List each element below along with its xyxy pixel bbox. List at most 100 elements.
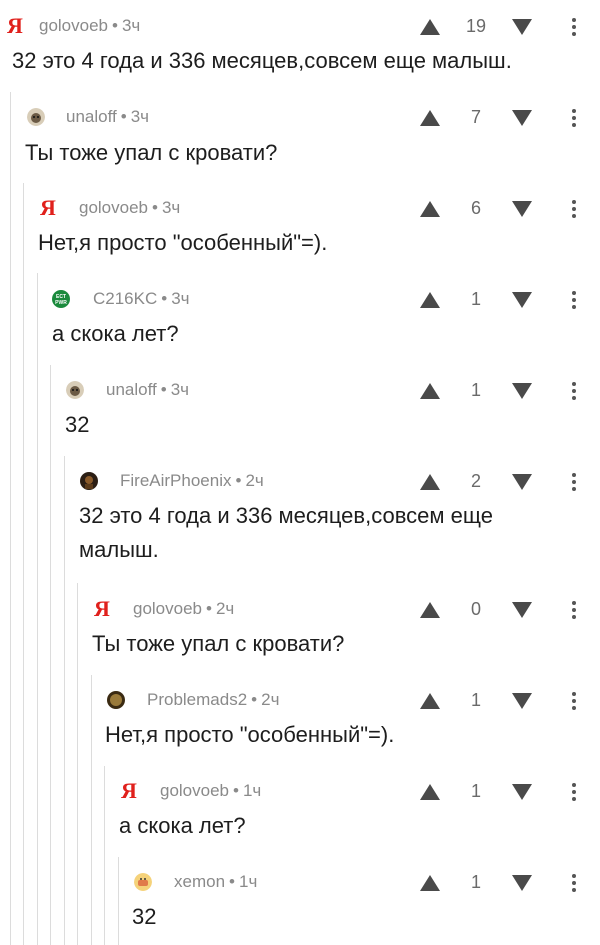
timestamp[interactable]: 2ч	[245, 471, 263, 490]
ect-pwr-avatar-icon[interactable]: ECT PWR	[52, 290, 70, 308]
downvote-icon[interactable]	[512, 784, 532, 800]
upvote-icon[interactable]	[420, 292, 440, 308]
upvote-icon[interactable]	[420, 110, 440, 126]
upvote-icon[interactable]	[420, 784, 440, 800]
comment-text: Нет,я просто "особенный"=).	[105, 722, 395, 747]
thread-line[interactable]	[91, 675, 92, 945]
username[interactable]: Problemads2	[147, 690, 247, 709]
separator: •	[152, 198, 158, 217]
comment-meta: golovoeb • 1ч	[160, 776, 261, 806]
more-options-icon[interactable]	[571, 18, 577, 36]
separator: •	[229, 872, 235, 891]
more-options-icon[interactable]	[571, 382, 577, 400]
downvote-icon[interactable]	[512, 201, 532, 217]
separator: •	[112, 16, 118, 35]
timestamp[interactable]: 3ч	[171, 289, 189, 308]
username[interactable]: FireAirPhoenix	[120, 471, 232, 490]
username[interactable]: C216KC	[93, 289, 157, 308]
downvote-icon[interactable]	[512, 292, 532, 308]
comment-text: Ты тоже упал с кровати?	[25, 140, 278, 165]
timestamp[interactable]: 1ч	[243, 781, 261, 800]
downvote-icon[interactable]	[512, 474, 532, 490]
thread-line[interactable]	[104, 766, 105, 945]
upvote-icon[interactable]	[420, 602, 440, 618]
downvote-icon[interactable]	[512, 875, 532, 891]
pug-avatar-icon[interactable]	[66, 381, 84, 399]
comment-meta: golovoeb • 3ч	[79, 193, 180, 223]
downvote-icon[interactable]	[512, 602, 532, 618]
separator: •	[160, 380, 167, 399]
timestamp[interactable]: 3ч	[131, 107, 149, 126]
thread-line[interactable]	[64, 456, 65, 945]
thread-line[interactable]	[37, 273, 38, 945]
timestamp[interactable]: 1ч	[239, 872, 257, 891]
thread-line[interactable]	[77, 583, 78, 945]
score: 1	[470, 380, 481, 400]
timestamp[interactable]: 3ч	[122, 16, 140, 35]
comment-meta: golovoeb • 3ч	[39, 11, 140, 41]
username[interactable]: xemon	[174, 872, 225, 891]
dark-figure-avatar-icon[interactable]	[80, 472, 98, 490]
yandex-avatar-icon[interactable]: Я	[38, 193, 58, 223]
timestamp[interactable]: 2ч	[261, 690, 279, 709]
emoji-avatar-icon[interactable]	[134, 873, 152, 891]
separator: •	[235, 471, 242, 490]
more-options-icon[interactable]	[571, 109, 577, 127]
more-options-icon[interactable]	[571, 783, 577, 801]
username[interactable]: unaloff	[66, 107, 117, 126]
timestamp[interactable]: 3ч	[171, 380, 189, 399]
upvote-icon[interactable]	[420, 201, 440, 217]
username[interactable]: golovoeb	[39, 16, 108, 35]
comment-meta: unaloff • 3ч	[66, 102, 149, 132]
downvote-icon[interactable]	[512, 383, 532, 399]
score: 1	[470, 289, 481, 309]
comment-meta: unaloff • 3ч	[106, 375, 189, 405]
downvote-icon[interactable]	[512, 110, 532, 126]
comment-meta: xemon • 1ч	[174, 867, 257, 897]
timestamp[interactable]: 3ч	[162, 198, 180, 217]
comment-meta: FireAirPhoenix • 2ч	[120, 466, 264, 496]
thread-line[interactable]	[10, 92, 11, 945]
score: 19	[465, 16, 487, 36]
comment-text: а скока лет?	[119, 813, 246, 838]
comment-text: Ты тоже упал с кровати?	[92, 631, 345, 656]
more-options-icon[interactable]	[571, 473, 577, 491]
pug-avatar-icon[interactable]	[27, 108, 45, 126]
yandex-avatar-icon[interactable]: Я	[92, 594, 112, 624]
score: 6	[470, 198, 481, 218]
thread-line[interactable]	[23, 183, 24, 945]
score: 1	[470, 872, 481, 892]
score: 1	[470, 690, 481, 710]
username[interactable]: golovoeb	[160, 781, 229, 800]
upvote-icon[interactable]	[420, 474, 440, 490]
yandex-avatar-icon[interactable]: Я	[119, 776, 139, 806]
more-options-icon[interactable]	[571, 200, 577, 218]
username[interactable]: golovoeb	[133, 599, 202, 618]
comment-thread: Я golovoeb • 3ч 19 32 это 4 года и 336 мес…	[0, 0, 600, 945]
separator: •	[161, 289, 168, 308]
thread-line[interactable]	[118, 857, 119, 945]
more-options-icon[interactable]	[571, 601, 577, 619]
yandex-avatar-icon[interactable]: Я	[5, 11, 25, 41]
upvote-icon[interactable]	[420, 693, 440, 709]
downvote-icon[interactable]	[512, 19, 532, 35]
thread-line[interactable]	[50, 365, 51, 945]
upvote-icon[interactable]	[420, 19, 440, 35]
brown-avatar-icon[interactable]	[107, 691, 125, 709]
upvote-icon[interactable]	[420, 383, 440, 399]
score: 1	[470, 781, 481, 801]
comment-text: 32	[132, 904, 157, 929]
username[interactable]: golovoeb	[79, 198, 148, 217]
more-options-icon[interactable]	[571, 291, 577, 309]
more-options-icon[interactable]	[571, 692, 577, 710]
timestamp[interactable]: 2ч	[216, 599, 234, 618]
comment-meta: golovoeb • 2ч	[133, 594, 234, 624]
svg-text:PWR: PWR	[55, 300, 67, 306]
comment-text: 32 это 4 года и 336 месяцев,совсем еще м…	[12, 48, 512, 73]
more-options-icon[interactable]	[571, 874, 577, 892]
comment-text: Нет,я просто "особенный"=).	[38, 230, 328, 255]
upvote-icon[interactable]	[420, 875, 440, 891]
downvote-icon[interactable]	[512, 693, 532, 709]
username[interactable]: unaloff	[106, 380, 157, 399]
comment-text: 32	[65, 412, 90, 437]
